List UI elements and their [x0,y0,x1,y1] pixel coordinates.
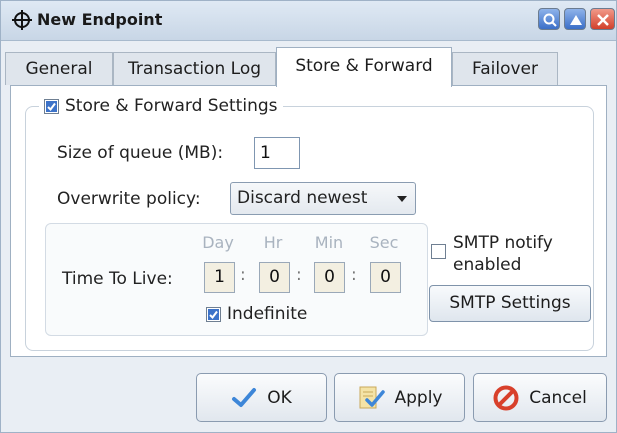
check-icon [209,310,218,319]
ttl-day-input[interactable]: 1 [204,262,235,293]
indefinite-checkbox[interactable] [206,306,221,322]
close-button[interactable] [590,8,615,30]
tab-strip: General Transaction Log Store & Forward … [1,42,616,87]
smtp-notify-label-line1: SMTP notify [453,233,553,253]
smtp-notify-label-line2: enabled [453,255,522,275]
tab-store-forward[interactable]: Store & Forward [276,47,452,87]
store-forward-checkbox[interactable] [44,98,59,114]
settings-group-header: Store & Forward Settings [39,93,283,119]
store-forward-label: Store & Forward Settings [65,96,278,116]
maximize-button[interactable] [564,8,586,30]
window-title: New Endpoint [37,10,163,29]
chevron-down-icon [397,196,407,202]
ttl-hour-input[interactable]: 0 [259,262,290,293]
check-icon [47,102,56,111]
indefinite-option[interactable]: Indefinite [206,304,307,324]
cancel-prohibited-icon [493,385,519,410]
ttl-separator: : [240,265,246,285]
ok-button[interactable]: OK [196,373,327,422]
dialog-footer: OK Apply Cancel [1,359,616,432]
cancel-button[interactable]: Cancel [473,373,607,422]
minute-unit-label: Min [314,233,344,252]
tab-failover[interactable]: Failover [452,52,558,85]
overwrite-policy-select[interactable]: Discard newest [230,182,416,215]
close-icon [597,14,609,26]
overwrite-policy-value: Discard newest [237,188,368,208]
queue-size-input[interactable]: 1 [254,137,300,169]
checkmark-icon [232,387,257,407]
apply-document-check-icon [359,386,385,408]
overwrite-policy-label: Overwrite policy: [57,189,201,209]
time-to-live-box: Time To Live: Day Hr Min Sec 1 : 0 : 0 :… [45,223,428,336]
ttl-separator: : [351,265,357,285]
apply-button[interactable]: Apply [334,373,465,422]
cancel-label: Cancel [529,387,587,408]
ttl-second-input[interactable]: 0 [370,262,401,293]
tab-transaction-log[interactable]: Transaction Log [113,52,276,85]
ttl-separator: : [296,265,302,285]
smtp-notify-label: SMTP notify enabled [453,232,553,276]
second-unit-label: Sec [369,233,399,252]
ttl-minute-input[interactable]: 0 [314,262,345,293]
smtp-notify-checkbox[interactable] [431,244,446,259]
time-to-live-label: Time To Live: [62,269,173,289]
hour-unit-label: Hr [263,233,283,252]
queue-size-label: Size of queue (MB): [57,143,224,163]
endpoint-crosshair-icon [12,10,32,30]
triangle-up-icon [570,15,582,25]
title-bar: New Endpoint [1,1,616,41]
tab-general[interactable]: General [5,52,113,85]
day-unit-label: Day [202,233,234,252]
ok-label: OK [267,387,292,408]
smtp-settings-button[interactable]: SMTP Settings [429,285,591,322]
magnifier-icon [543,13,557,27]
help-button[interactable] [538,8,560,30]
apply-label: Apply [394,387,443,408]
indefinite-label: Indefinite [227,304,308,324]
dialog-window: New Endpoint General Transaction Log Sto… [0,0,617,433]
